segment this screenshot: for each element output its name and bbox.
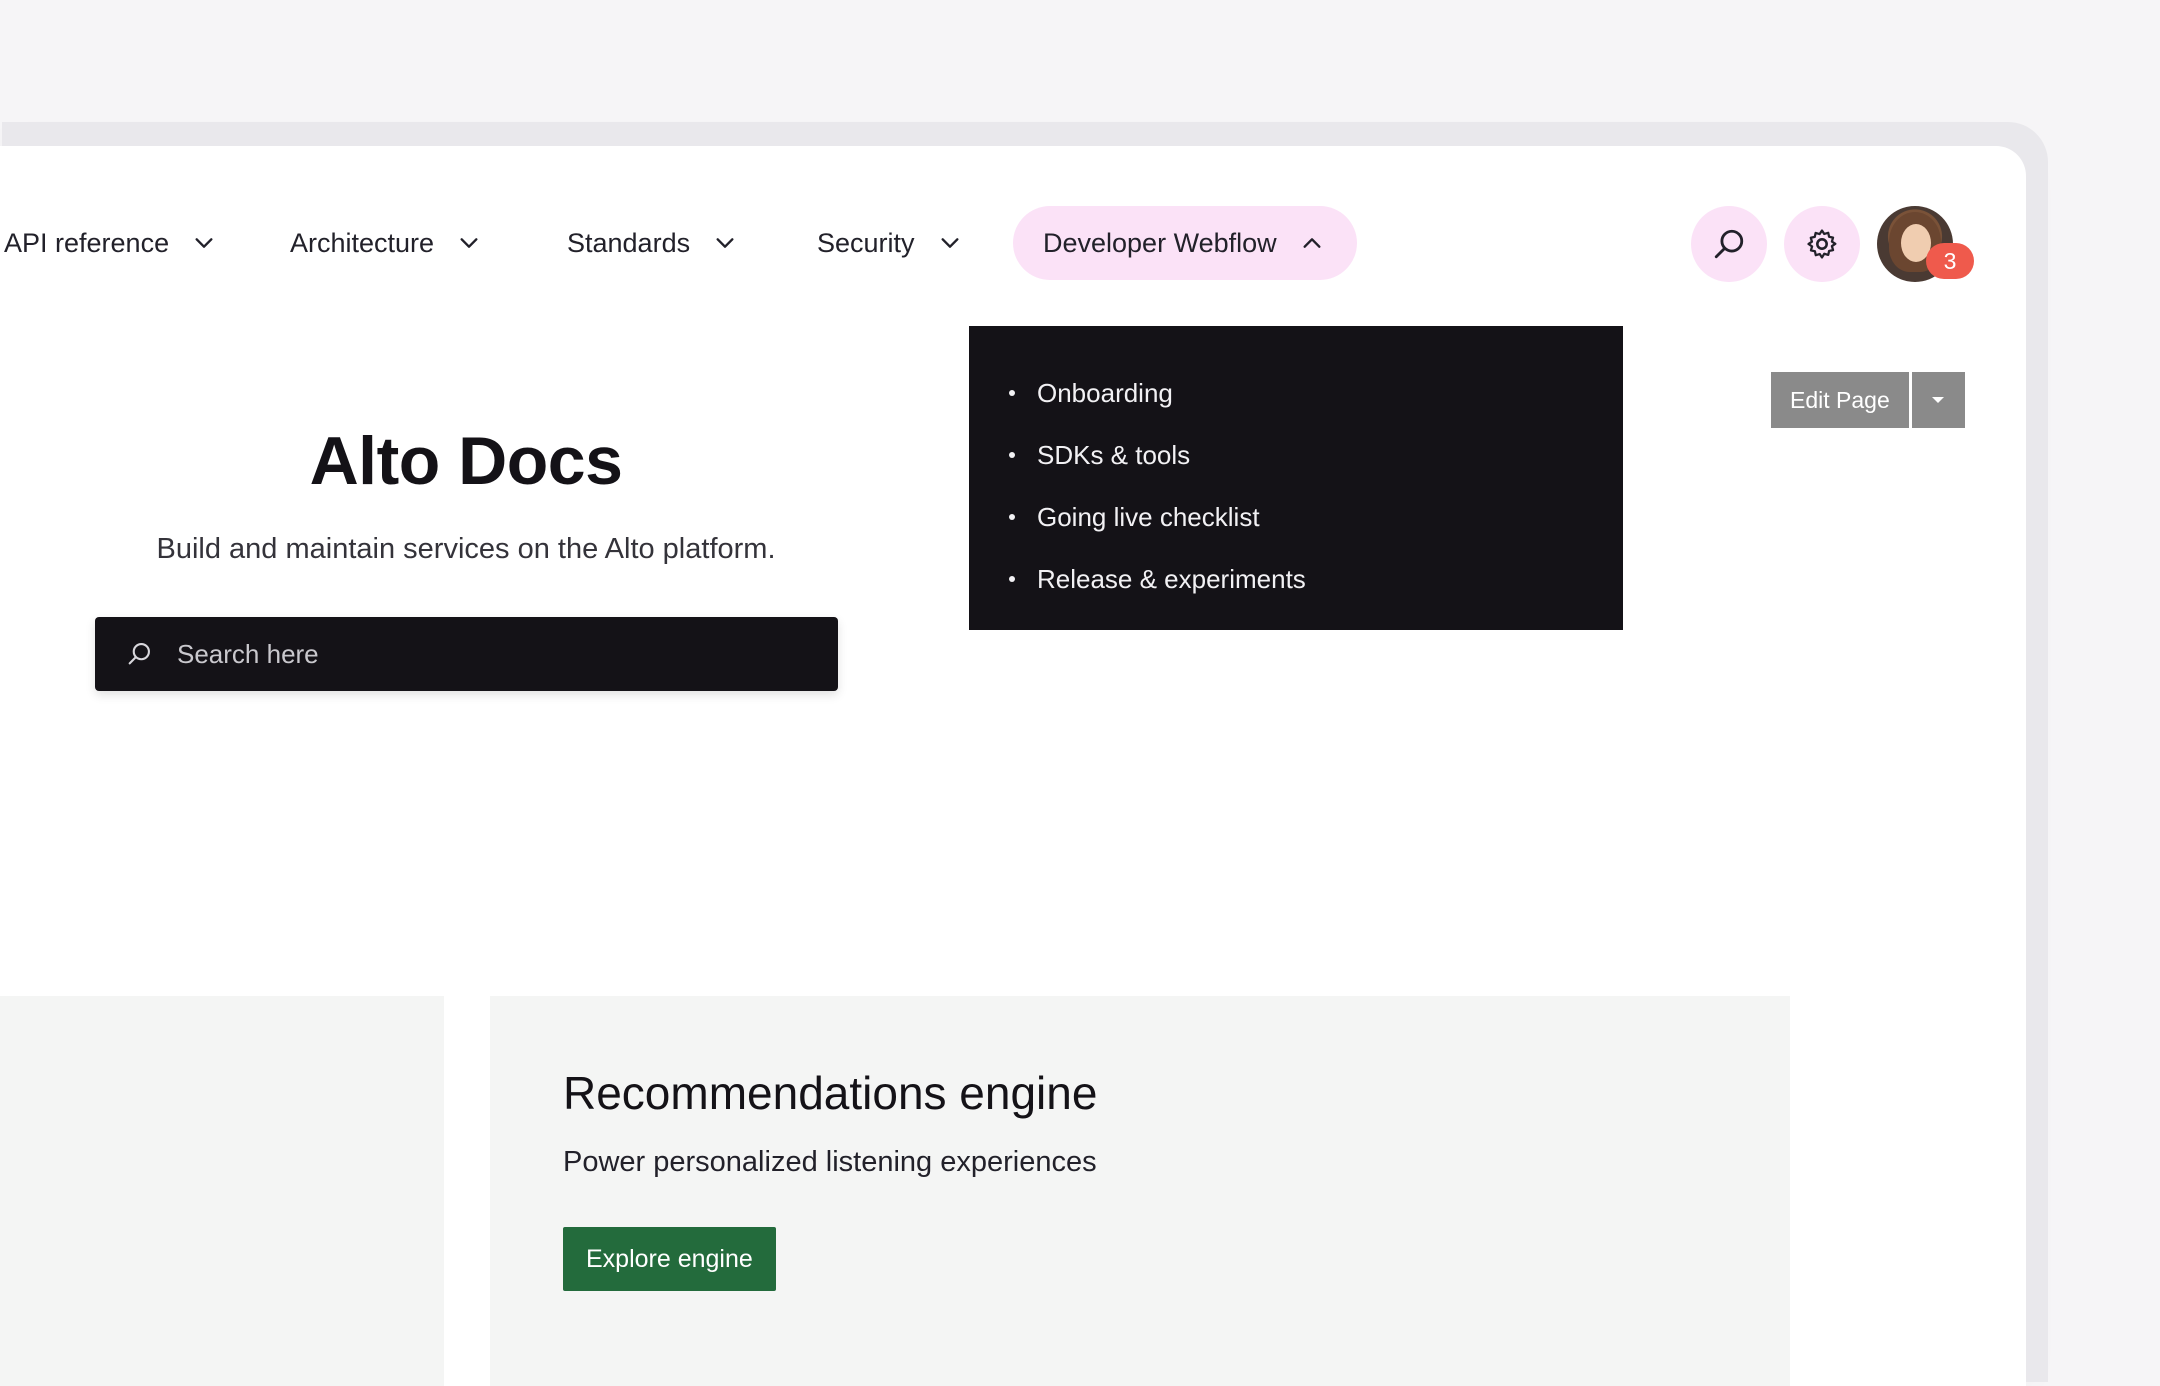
card-title: Recommendations engine xyxy=(563,1067,1098,1119)
chevron-down-icon xyxy=(460,238,478,248)
search-icon xyxy=(1714,229,1744,259)
nav-item-label: API reference xyxy=(4,227,170,258)
search-placeholder: Search here xyxy=(177,638,319,669)
nav-item-label: Developer Webflow xyxy=(1043,227,1277,258)
nav-item-security[interactable]: Security xyxy=(817,206,961,280)
dropdown-item-label: Release & experiments xyxy=(1037,563,1306,594)
dropdown-item-onboarding[interactable]: Onboarding xyxy=(1009,362,1583,424)
search-icon xyxy=(128,643,150,665)
edit-page-menu-button[interactable] xyxy=(1911,372,1965,428)
settings-button[interactable] xyxy=(1784,206,1860,282)
dropdown-item-label: Going live checklist xyxy=(1037,501,1260,532)
dropdown-item-label: SDKs & tools xyxy=(1037,439,1191,470)
nav-item-developer-webflow[interactable]: Developer Webflow xyxy=(1013,206,1357,280)
chevron-down-icon xyxy=(195,238,213,248)
dropdown-item-label: Onboarding xyxy=(1037,377,1173,408)
nav-item-label: Architecture xyxy=(290,227,435,258)
nav-item-label: Standards xyxy=(567,227,691,258)
dropdown-item-sdks-tools[interactable]: SDKs & tools xyxy=(1009,424,1583,486)
chevron-up-icon xyxy=(1303,238,1321,248)
nav-item-label: Security xyxy=(817,227,915,258)
edit-page-button[interactable]: Edit Page xyxy=(1771,372,1909,428)
search-button[interactable] xyxy=(1691,206,1767,282)
bullet xyxy=(1009,390,1015,396)
page-subtitle: Build and maintain services on the Alto … xyxy=(156,533,776,565)
caret-down-icon xyxy=(1932,397,1945,403)
nav-item-standards[interactable]: Standards xyxy=(567,206,736,280)
card-partial xyxy=(0,996,444,1386)
dropdown-item-going-live-checklist[interactable]: Going live checklist xyxy=(1009,486,1583,548)
chevron-down-icon xyxy=(941,238,959,248)
edit-page-group: Edit Page xyxy=(1771,372,1965,428)
card-subtitle: Power personalized listening experiences xyxy=(563,1146,1097,1178)
search-input[interactable]: Search here xyxy=(95,617,838,691)
page-title: Alto Docs xyxy=(309,423,623,499)
bullet xyxy=(1009,514,1015,520)
bullet xyxy=(1009,452,1015,458)
dropdown-item-release-experiments[interactable]: Release & experiments xyxy=(1009,548,1583,610)
explore-engine-button[interactable]: Explore engine xyxy=(563,1227,776,1291)
nav-item-api-reference[interactable]: API reference xyxy=(4,206,215,280)
developer-webflow-dropdown: Onboarding SDKs & tools Going live check… xyxy=(969,326,1623,630)
gear-icon xyxy=(1807,229,1837,259)
chevron-down-icon xyxy=(716,238,734,248)
nav-item-architecture[interactable]: Architecture xyxy=(290,206,480,280)
bullet xyxy=(1009,576,1015,582)
app-window: API reference Architecture Standards Sec… xyxy=(0,146,2026,1386)
feature-card: Recommendations engine Power personalize… xyxy=(490,996,1790,1386)
notification-badge: 3 xyxy=(1926,243,1974,279)
